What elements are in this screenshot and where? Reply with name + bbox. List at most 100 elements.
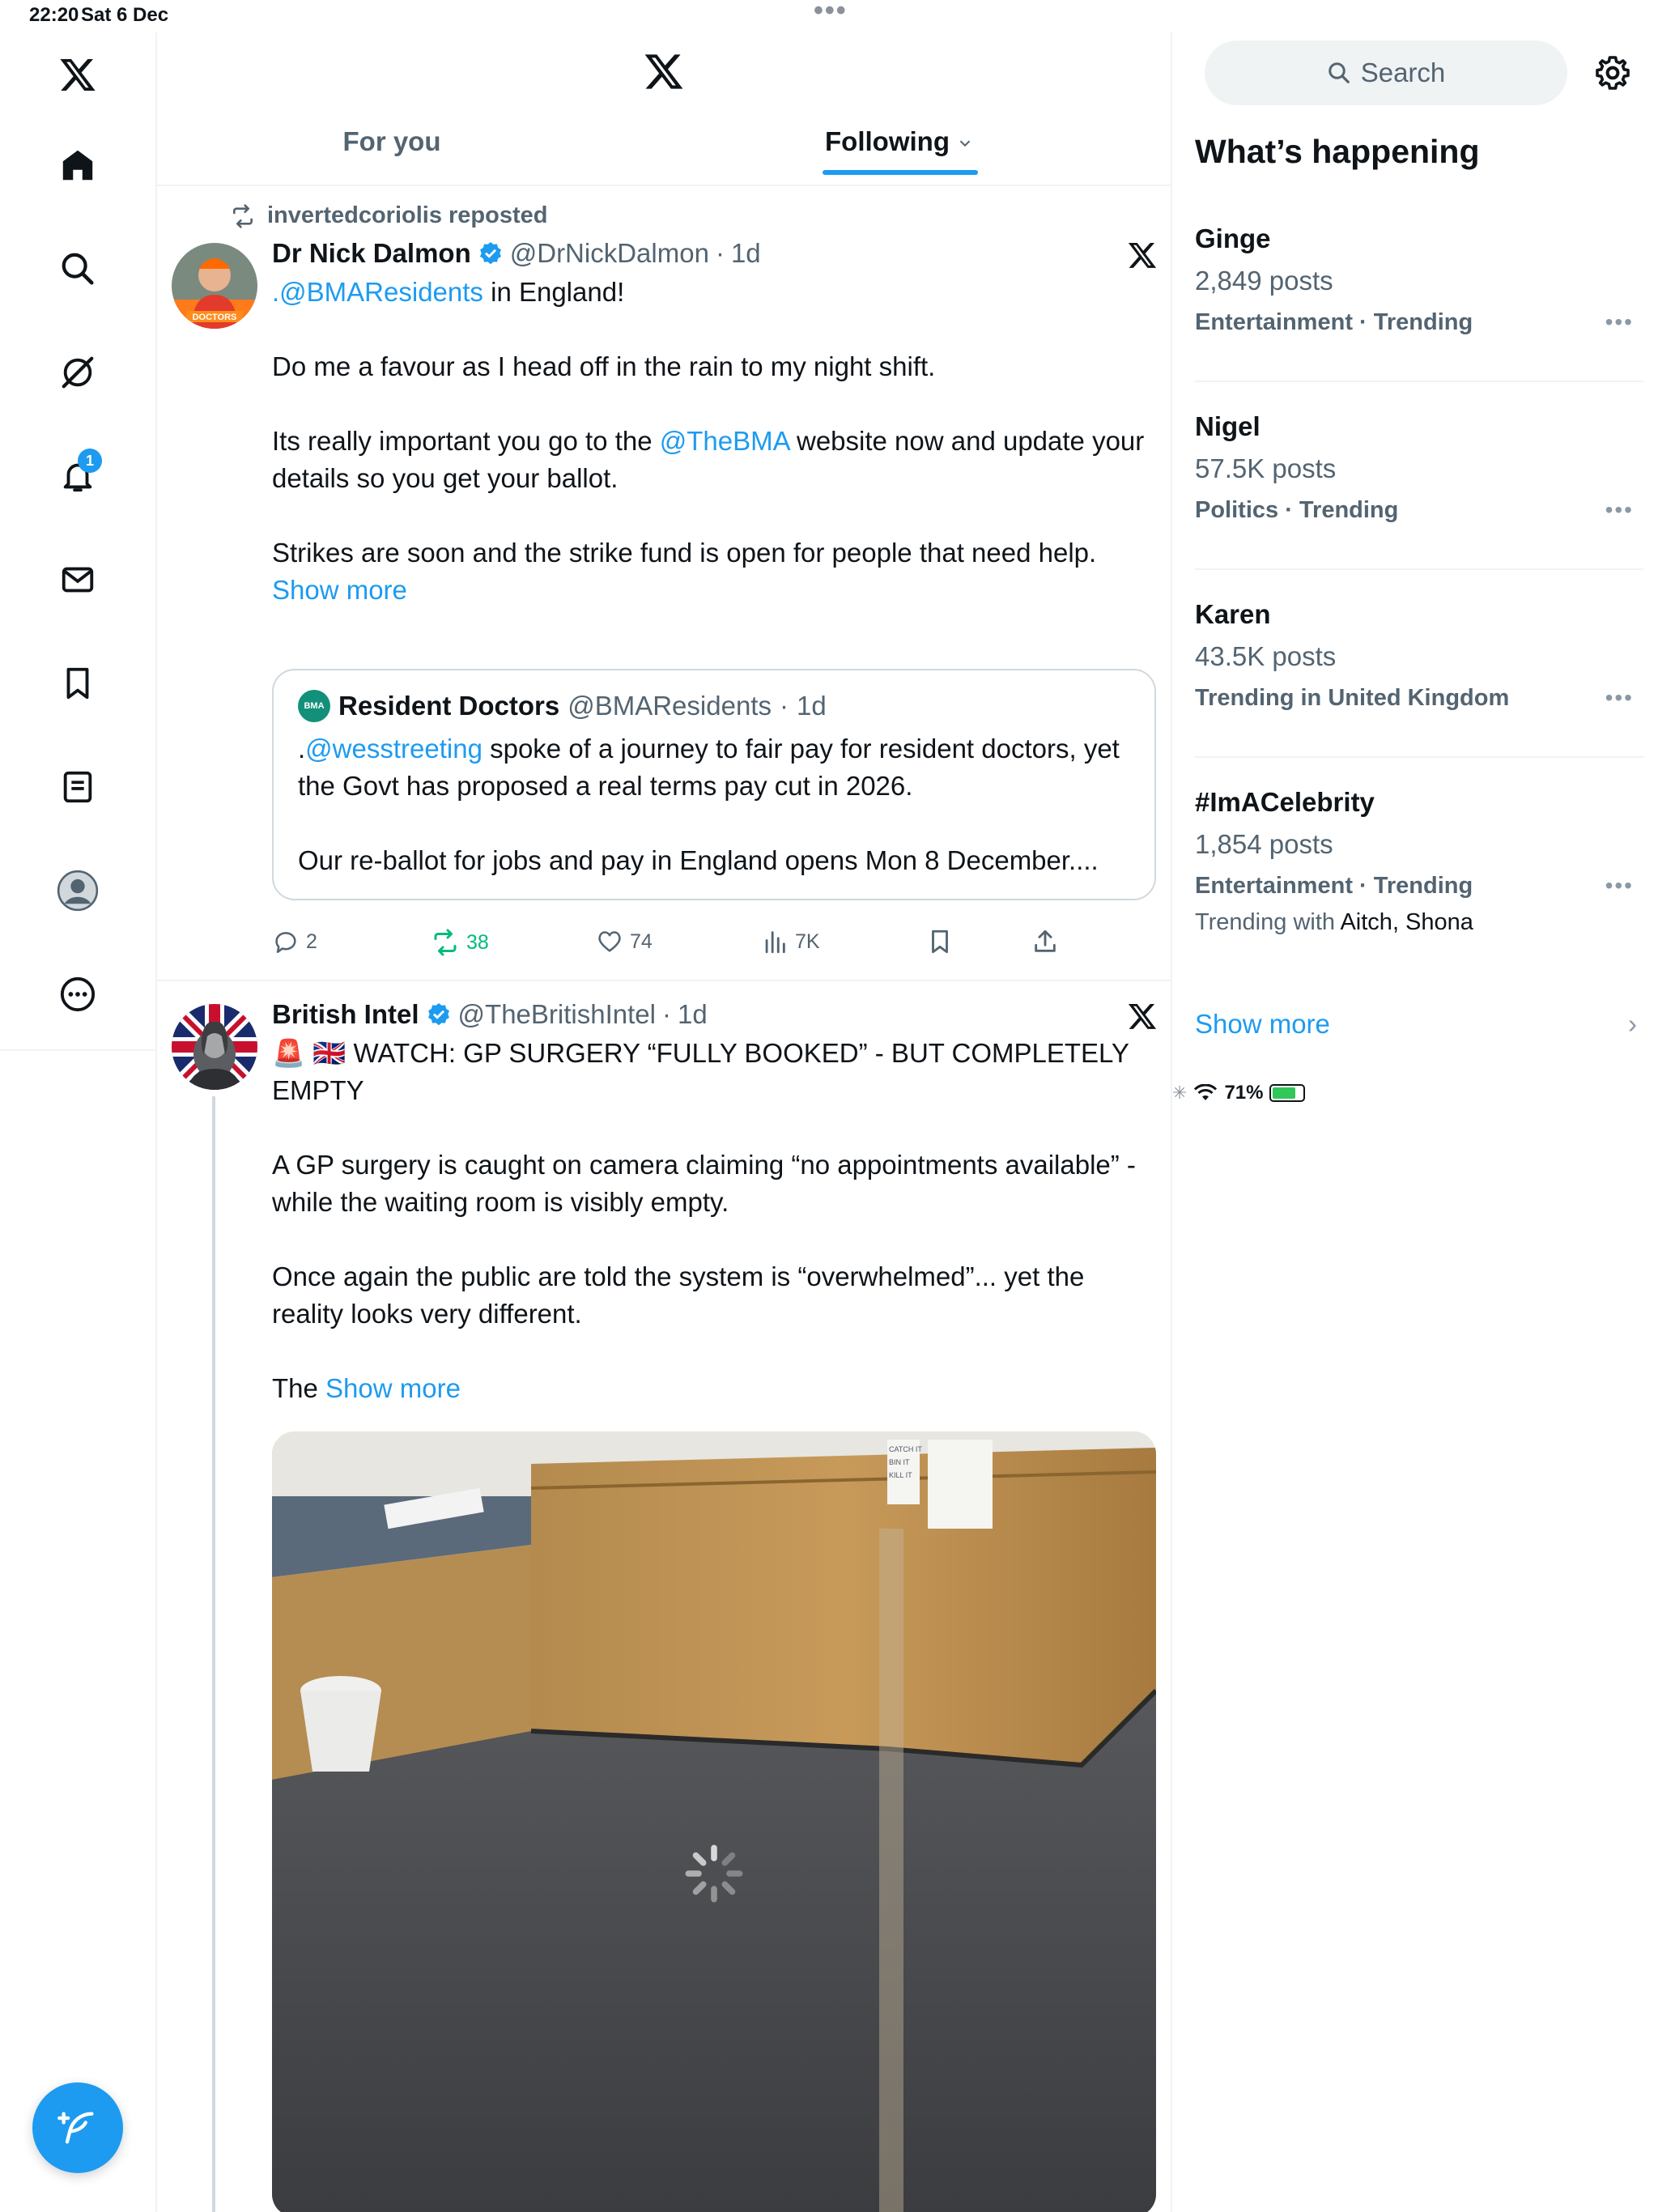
bookmark-icon xyxy=(932,929,948,954)
mention-link[interactable]: @TheBMA xyxy=(660,426,789,456)
author-handle[interactable]: @TheBritishIntel xyxy=(458,999,656,1030)
repost-icon xyxy=(233,203,253,228)
sign-text: CATCH IT xyxy=(889,1445,922,1453)
author-name[interactable]: Dr Nick Dalmon xyxy=(272,238,471,269)
views-bar-chart-icon xyxy=(765,931,785,954)
lists-icon[interactable] xyxy=(44,753,112,821)
reply-icon xyxy=(275,932,296,954)
quote-time: 1d xyxy=(796,691,827,721)
mention-link[interactable]: @wesstreeting xyxy=(305,734,483,764)
text-span: The xyxy=(272,1373,326,1403)
trend-divider xyxy=(1195,568,1643,570)
trend-category: Entertainment · Trending xyxy=(1195,873,1473,899)
multitasking-dots-icon[interactable]: ••• xyxy=(814,0,848,27)
quote-avatar[interactable]: BMA xyxy=(298,690,330,722)
views-button[interactable]: 7K xyxy=(761,928,820,955)
post-time[interactable]: 1d xyxy=(678,999,708,1030)
trending-with: Trending with Aitch, Shona xyxy=(1195,909,1643,936)
trend-item[interactable]: #ImACelebrity 1,854 posts Entertainment … xyxy=(1195,787,1643,936)
sign-text: KILL IT xyxy=(889,1471,912,1479)
search-icon[interactable] xyxy=(44,235,112,303)
author-handle[interactable]: @DrNickDalmon xyxy=(510,238,709,269)
profile-avatar-icon[interactable] xyxy=(44,857,112,925)
repost-button[interactable]: 38 xyxy=(431,928,489,957)
x-logo-icon[interactable] xyxy=(44,40,112,108)
bookmarks-icon[interactable] xyxy=(44,649,112,717)
sign-text-group: CATCH IT BIN IT KILL IT xyxy=(889,1443,922,1482)
verified-badge-icon xyxy=(479,242,501,265)
tweet-text: 🚨 🇬🇧 WATCH: GP SURGERY “FULLY BOOKED” - … xyxy=(272,1035,1154,1407)
trend-name: Ginge xyxy=(1195,223,1271,253)
tweet-text: .@BMAResidents in England! Do me a favou… xyxy=(272,274,1154,609)
notifications-badge: 1 xyxy=(78,449,102,473)
emoji-span: 🚨 🇬🇧 xyxy=(272,1038,346,1068)
repost-indicator: invertedcoriolis reposted xyxy=(230,202,548,229)
home-icon[interactable] xyxy=(44,131,112,199)
trend-count: 1,854 posts xyxy=(1195,829,1333,859)
more-dots-icon[interactable]: ••• xyxy=(1605,497,1634,523)
chevron-right-icon: › xyxy=(1628,1009,1637,1039)
author-name[interactable]: British Intel xyxy=(272,999,419,1030)
text-span: in England! xyxy=(483,277,625,307)
notifications-bell-icon[interactable]: 1 xyxy=(44,442,112,510)
feather-plus-icon xyxy=(57,2112,94,2144)
video-media[interactable]: CATCH IT BIN IT KILL IT xyxy=(272,1431,1156,2212)
search-placeholder: Search xyxy=(1360,57,1446,87)
chevron-down-icon[interactable] xyxy=(956,134,974,152)
grok-icon[interactable] xyxy=(44,338,112,406)
reply-button[interactable]: 2 xyxy=(272,928,317,955)
x-header-logo-icon xyxy=(643,50,685,96)
trend-name: #ImACelebrity xyxy=(1195,787,1375,817)
text-span: Strikes are soon and the strike fund is … xyxy=(272,538,1097,568)
settings-gear-icon[interactable] xyxy=(1593,53,1632,96)
separator-dot: · xyxy=(715,238,725,268)
share-button[interactable] xyxy=(1031,928,1059,955)
trend-item[interactable]: Nigel 57.5K posts Politics · Trending ••… xyxy=(1195,411,1643,524)
more-dots-icon[interactable]: ••• xyxy=(1605,685,1634,711)
share-icon xyxy=(1035,929,1056,952)
show-more-link[interactable]: Show more xyxy=(325,1373,461,1403)
tweet-paragraph: Do me a favour as I head off in the rain… xyxy=(272,351,936,381)
trending-with-names[interactable]: Aitch, Shona xyxy=(1340,909,1473,935)
quote-author-handle[interactable]: @BMAResidents xyxy=(568,691,772,721)
thread-line xyxy=(212,1096,215,2212)
tweet-header: Dr Nick Dalmon @DrNickDalmon · 1d xyxy=(272,238,761,269)
trends-show-more-link[interactable]: Show more › xyxy=(1195,1009,1643,1040)
x-grok-icon[interactable] xyxy=(1127,240,1158,274)
search-input[interactable]: Search xyxy=(1205,40,1567,105)
nav-divider xyxy=(0,1049,157,1051)
compose-post-button[interactable] xyxy=(32,2082,123,2173)
trend-item[interactable]: Karen 43.5K posts Trending in United Kin… xyxy=(1195,599,1643,712)
tweet[interactable]: invertedcoriolis reposted DOCTORS Dr Nic… xyxy=(157,188,1172,981)
more-dots-icon[interactable]: ••• xyxy=(1605,873,1634,899)
tab-for-you[interactable]: For you xyxy=(157,126,627,186)
avatar[interactable] xyxy=(172,1004,257,1090)
tweet[interactable]: British Intel @TheBritishIntel · 1d 🚨 🇬🇧… xyxy=(157,983,1172,2212)
quote-author-name[interactable]: Resident Doctors xyxy=(338,691,559,721)
trending-with-label: Trending with xyxy=(1195,909,1341,935)
trend-name: Karen xyxy=(1195,599,1271,629)
quoted-tweet[interactable]: BMA Resident Doctors @BMAResidents · 1d … xyxy=(272,669,1156,900)
reply-count: 2 xyxy=(306,929,317,953)
avatar[interactable]: DOCTORS xyxy=(172,243,257,329)
show-more-link[interactable]: Show more xyxy=(272,575,407,605)
text-span: Its really important you go to the xyxy=(272,426,660,456)
more-options-icon[interactable] xyxy=(44,960,112,1028)
mention-link[interactable]: .@BMAResidents xyxy=(272,277,483,307)
tab-for-you-label: For you xyxy=(342,126,441,156)
like-button[interactable]: 74 xyxy=(596,928,653,955)
trend-category: Entertainment · Trending xyxy=(1195,309,1473,335)
messages-envelope-icon[interactable] xyxy=(44,546,112,614)
more-dots-icon[interactable]: ••• xyxy=(1605,309,1634,335)
bookmark-button[interactable] xyxy=(926,928,954,955)
separator-dot: · xyxy=(779,691,789,721)
repost-by-text[interactable]: invertedcoriolis reposted xyxy=(267,202,548,229)
separator-dot: · xyxy=(661,999,671,1029)
post-time[interactable]: 1d xyxy=(731,238,761,269)
search-icon xyxy=(1328,62,1350,83)
status-date: Sat 6 Dec xyxy=(81,4,169,26)
x-grok-icon[interactable] xyxy=(1127,1001,1158,1036)
whats-happening-title: What’s happening xyxy=(1195,133,1480,170)
trend-item[interactable]: Ginge 2,849 posts Entertainment · Trendi… xyxy=(1195,223,1643,336)
tab-following[interactable]: Following xyxy=(627,126,1172,186)
